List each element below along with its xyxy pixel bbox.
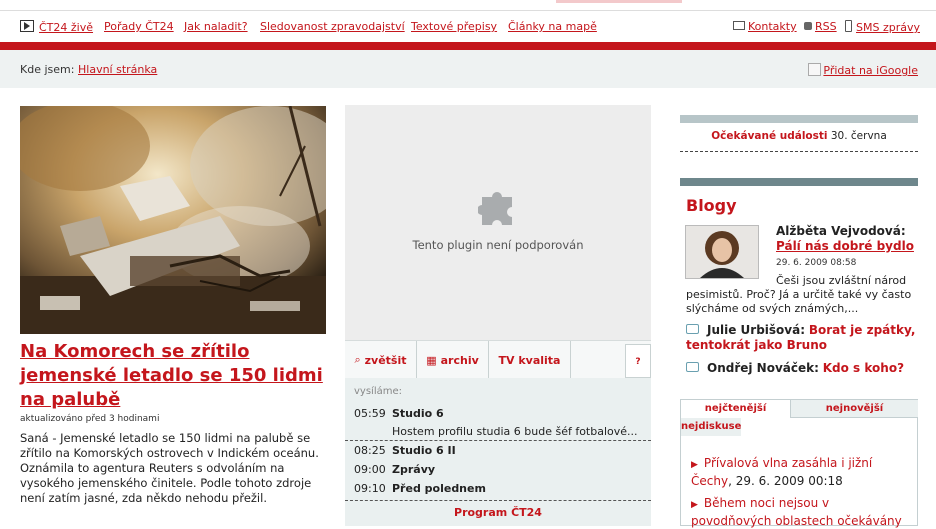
broken-image-icon <box>808 63 822 76</box>
video-player[interactable]: Tento plugin není podporován <box>345 105 651 342</box>
magnifier-icon: ⌕ <box>354 353 361 366</box>
blog-entry: Ondřej Nováček: Kdo s koho? <box>686 361 904 376</box>
list-item: ▶ Přívalová vlna zasáhla i jižní Čechy, 2… <box>691 456 873 488</box>
phone-icon <box>845 20 852 32</box>
zoom-button[interactable]: ⌕ zvětšit <box>345 341 417 379</box>
nav-item-porady[interactable]: Pořady ČT24 <box>104 20 174 33</box>
blogs-title: Blogy <box>686 196 737 215</box>
arrow-right-icon: ▶ <box>691 460 698 470</box>
arrow-right-icon: ▶ <box>691 500 698 510</box>
tab-newest[interactable]: nejnovější <box>791 400 918 418</box>
blog-author: Alžběta Vejvodová: <box>776 224 906 238</box>
schedule-header: vysíláme: <box>354 386 402 397</box>
article-photo[interactable] <box>20 106 326 334</box>
main-nav: ČT24 živě Pořady ČT24 Jak naladit? Sledo… <box>0 11 936 42</box>
tab-most-read[interactable]: nejčtenější <box>681 400 791 418</box>
events-divider <box>680 151 918 152</box>
comment-icon <box>686 324 699 334</box>
blog-entry-link[interactable]: Kdo s koho? <box>823 361 904 375</box>
expected-events[interactable]: Očekávané události 30. června <box>680 130 918 142</box>
add-igoogle-link[interactable]: Přidat na iGoogle <box>808 63 918 77</box>
crash-photo <box>20 106 326 334</box>
events-bar <box>680 115 918 123</box>
nav-item-naladit[interactable]: Jak naladit? <box>184 20 248 33</box>
blog-excerpt: Češi jsou zvláštní národ <box>776 274 907 287</box>
schedule-divider <box>345 500 651 501</box>
nav-item-kontakty[interactable]: Kontakty <box>733 20 797 33</box>
nav-item-live[interactable]: ČT24 živě <box>20 20 93 34</box>
blog-date: 29. 6. 2009 08:58 <box>776 258 857 268</box>
rss-icon <box>804 22 812 30</box>
breadcrumb-label: Kde jsem: <box>20 63 75 76</box>
tab-most-discussed[interactable]: nejdiskuse <box>681 418 741 436</box>
tv-quality-button[interactable]: TV kvalita <box>489 341 571 379</box>
breadcrumb-home-link[interactable]: Hlavní stránka <box>78 63 157 76</box>
nav-item-prepisy[interactable]: Textové přepisy <box>411 20 497 33</box>
nav-item-mapa[interactable]: Články na mapě <box>508 20 597 33</box>
schedule-row[interactable]: 08:25 Studio 6 II <box>354 444 456 457</box>
blogger-photo <box>686 226 758 278</box>
top-stripe <box>0 0 936 11</box>
archive-button[interactable]: ▦ archiv <box>417 341 489 379</box>
news-tabs: nejčtenější nejnovější nejdiskuse ▶ Příva… <box>680 399 918 529</box>
nav-item-rss[interactable]: RSS <box>804 20 837 33</box>
schedule-divider <box>345 440 651 441</box>
list-item: ▶ Během noci nejsou v povodňových oblaste… <box>691 495 911 529</box>
brand-bar <box>0 42 936 50</box>
schedule-row-detail: Hostem profilu studia 6 bude šéf fotbalo… <box>392 425 638 438</box>
blog-title-link[interactable]: Pálí nás dobré bydlo <box>776 239 914 253</box>
schedule-row[interactable]: 09:00 Zprávy <box>354 463 435 476</box>
mail-icon <box>733 21 745 30</box>
top-accent <box>556 0 682 3</box>
archive-icon: ▦ <box>426 353 437 367</box>
nav-item-sledovanost[interactable]: Sledovanost zpravodajství <box>260 20 405 33</box>
broadcast-schedule: vysíláme: 05:59 Studio 6 Hostem profilu s… <box>345 378 651 526</box>
blogs-bar <box>680 178 918 186</box>
avatar[interactable] <box>685 225 759 279</box>
article-headline[interactable]: Na Komorech se zřítilo jemenské letadlo … <box>20 340 340 412</box>
player-controls: ⌕ zvětšit ▦ archiv TV kvalita ? <box>345 340 651 379</box>
schedule-row[interactable]: 09:10 Před polednem <box>354 482 486 495</box>
comment-icon <box>686 362 699 372</box>
article-perex: Saná - Jemenské letadlo se 150 lidmi na … <box>20 431 319 505</box>
blog-entry: Julie Urbišová: Borat je zpátky, tentokr… <box>686 323 916 352</box>
plugin-message: Tento plugin není podporován <box>412 238 584 252</box>
news-link[interactable]: Během noci nejsou v povodňových oblastec… <box>691 496 902 528</box>
help-button[interactable]: ? <box>625 344 651 378</box>
puzzle-icon <box>478 192 512 225</box>
breadcrumb: Kde jsem: Hlavní stránka Přidat na iGoog… <box>0 50 936 88</box>
play-icon <box>20 20 34 32</box>
program-link[interactable]: Program ČT24 <box>345 506 651 519</box>
nav-item-sms[interactable]: SMS zprávy <box>845 20 920 34</box>
blog-excerpt-cont: pesimistů. Proč? Já a určitě také vy čas… <box>686 288 912 315</box>
schedule-row[interactable]: 05:59 Studio 6 <box>354 407 444 420</box>
article-updated: aktualizováno před 3 hodinami <box>20 414 160 424</box>
